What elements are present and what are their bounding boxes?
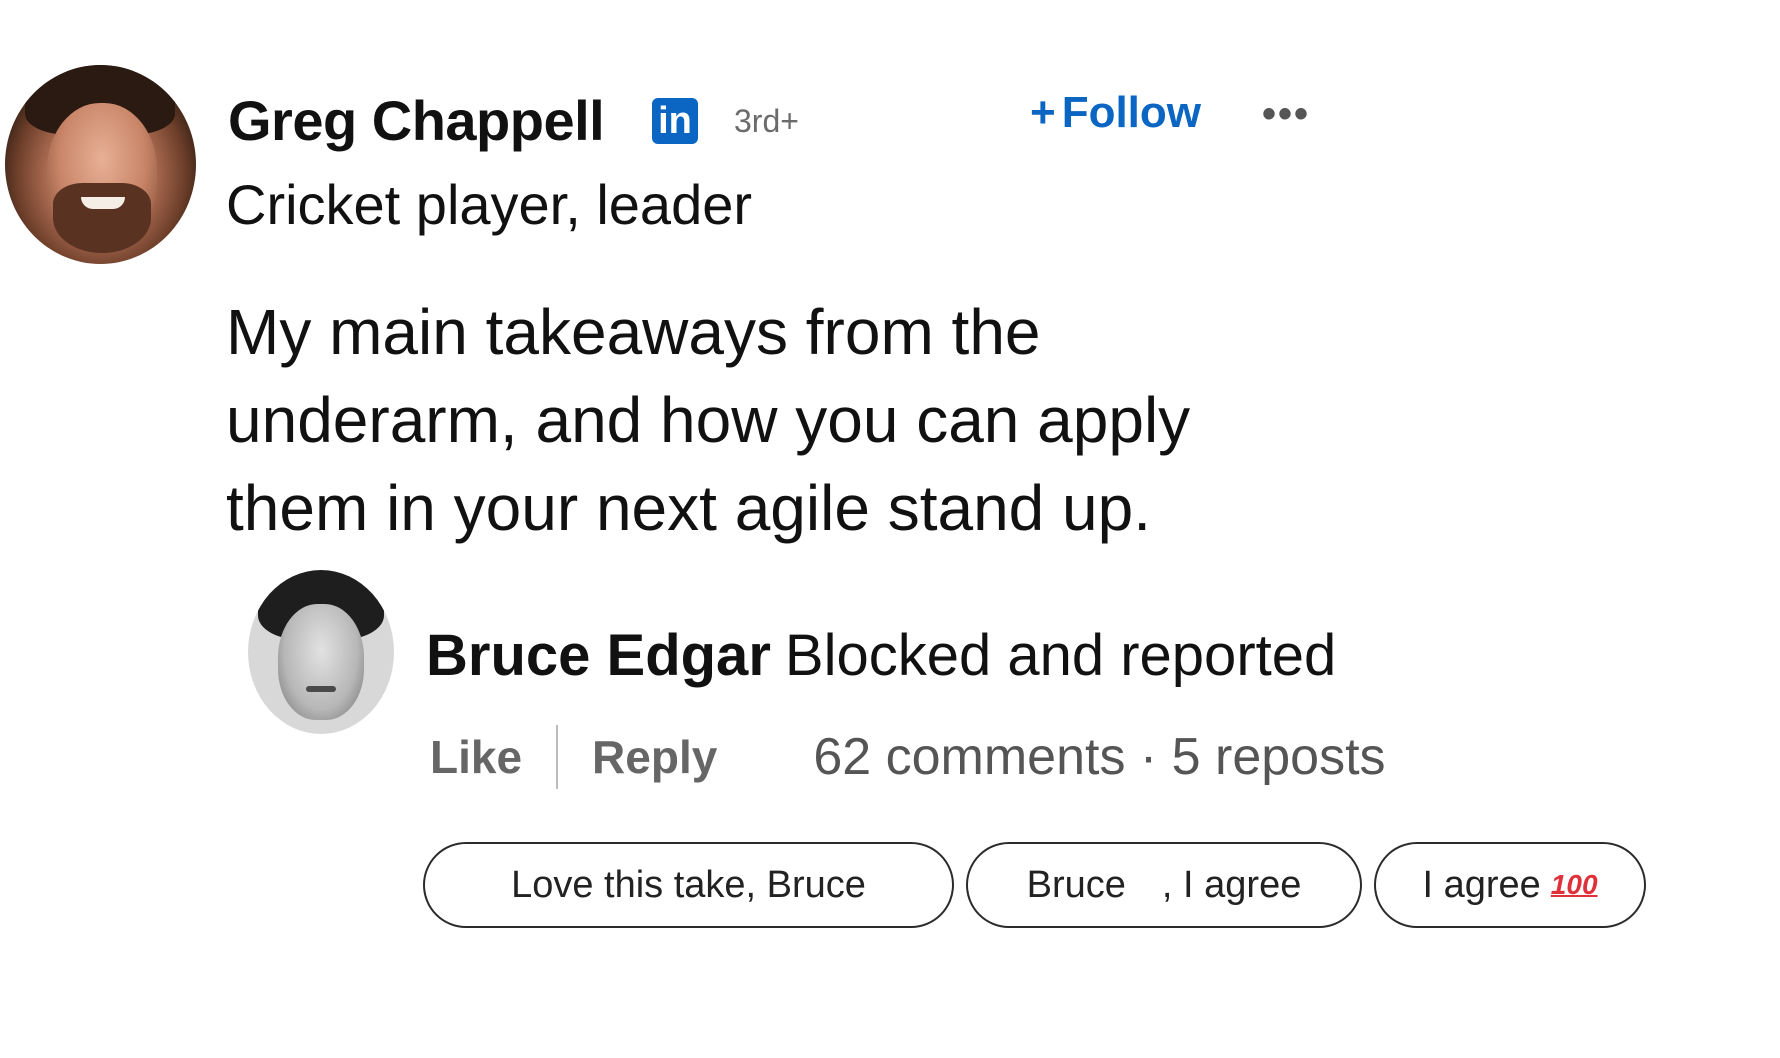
more-options-icon[interactable]: ••• [1262, 92, 1310, 137]
commenter-name[interactable]: Bruce Edgar [426, 623, 771, 688]
post-body: My main takeaways from the underarm, and… [226, 296, 1191, 544]
like-button[interactable]: Like [430, 730, 522, 784]
action-divider [556, 725, 559, 789]
avatar-beard [53, 183, 151, 253]
author-headline: Cricket player, leader [226, 173, 753, 236]
reply-button[interactable]: Reply [592, 730, 717, 784]
suggested-reply-label: , I agree [1161, 863, 1302, 906]
author-name[interactable]: Greg Chappell [228, 88, 605, 153]
commenter-avatar[interactable] [248, 570, 394, 734]
comment-text: Blocked and reported [784, 623, 1337, 688]
comment: Bruce Edgar Blocked and reported [426, 622, 1336, 689]
suggested-reply-label: Love this take, Bruce [511, 863, 866, 906]
avatar-smile [81, 197, 125, 209]
suggested-reply-label: I agree [1422, 863, 1541, 906]
hundred-points-icon: 100 [1550, 869, 1598, 900]
suggested-reply-label: Bruce [1026, 863, 1126, 906]
connection-degree: 3rd+ [734, 103, 799, 139]
plus-icon: + [1030, 88, 1056, 137]
follow-label: Follow [1061, 88, 1202, 137]
linkedin-premium-icon: in [652, 98, 698, 144]
comment-actions: Like Reply 62 comments · 5 reposts [430, 722, 1386, 792]
follow-button[interactable]: + Follow [1030, 88, 1201, 138]
suggested-reply-love-this-take[interactable]: Love this take, Bruce [423, 842, 954, 928]
avatar-face [278, 604, 364, 720]
avatar-mouth [306, 686, 336, 692]
suggested-reply-i-agree-100[interactable]: I agree 100 [1374, 842, 1646, 928]
post-stats[interactable]: 62 comments · 5 reposts [813, 727, 1385, 787]
author-avatar[interactable] [5, 65, 196, 264]
suggested-reply-bruce-i-agree[interactable]: Bruce , I agree [966, 842, 1362, 928]
